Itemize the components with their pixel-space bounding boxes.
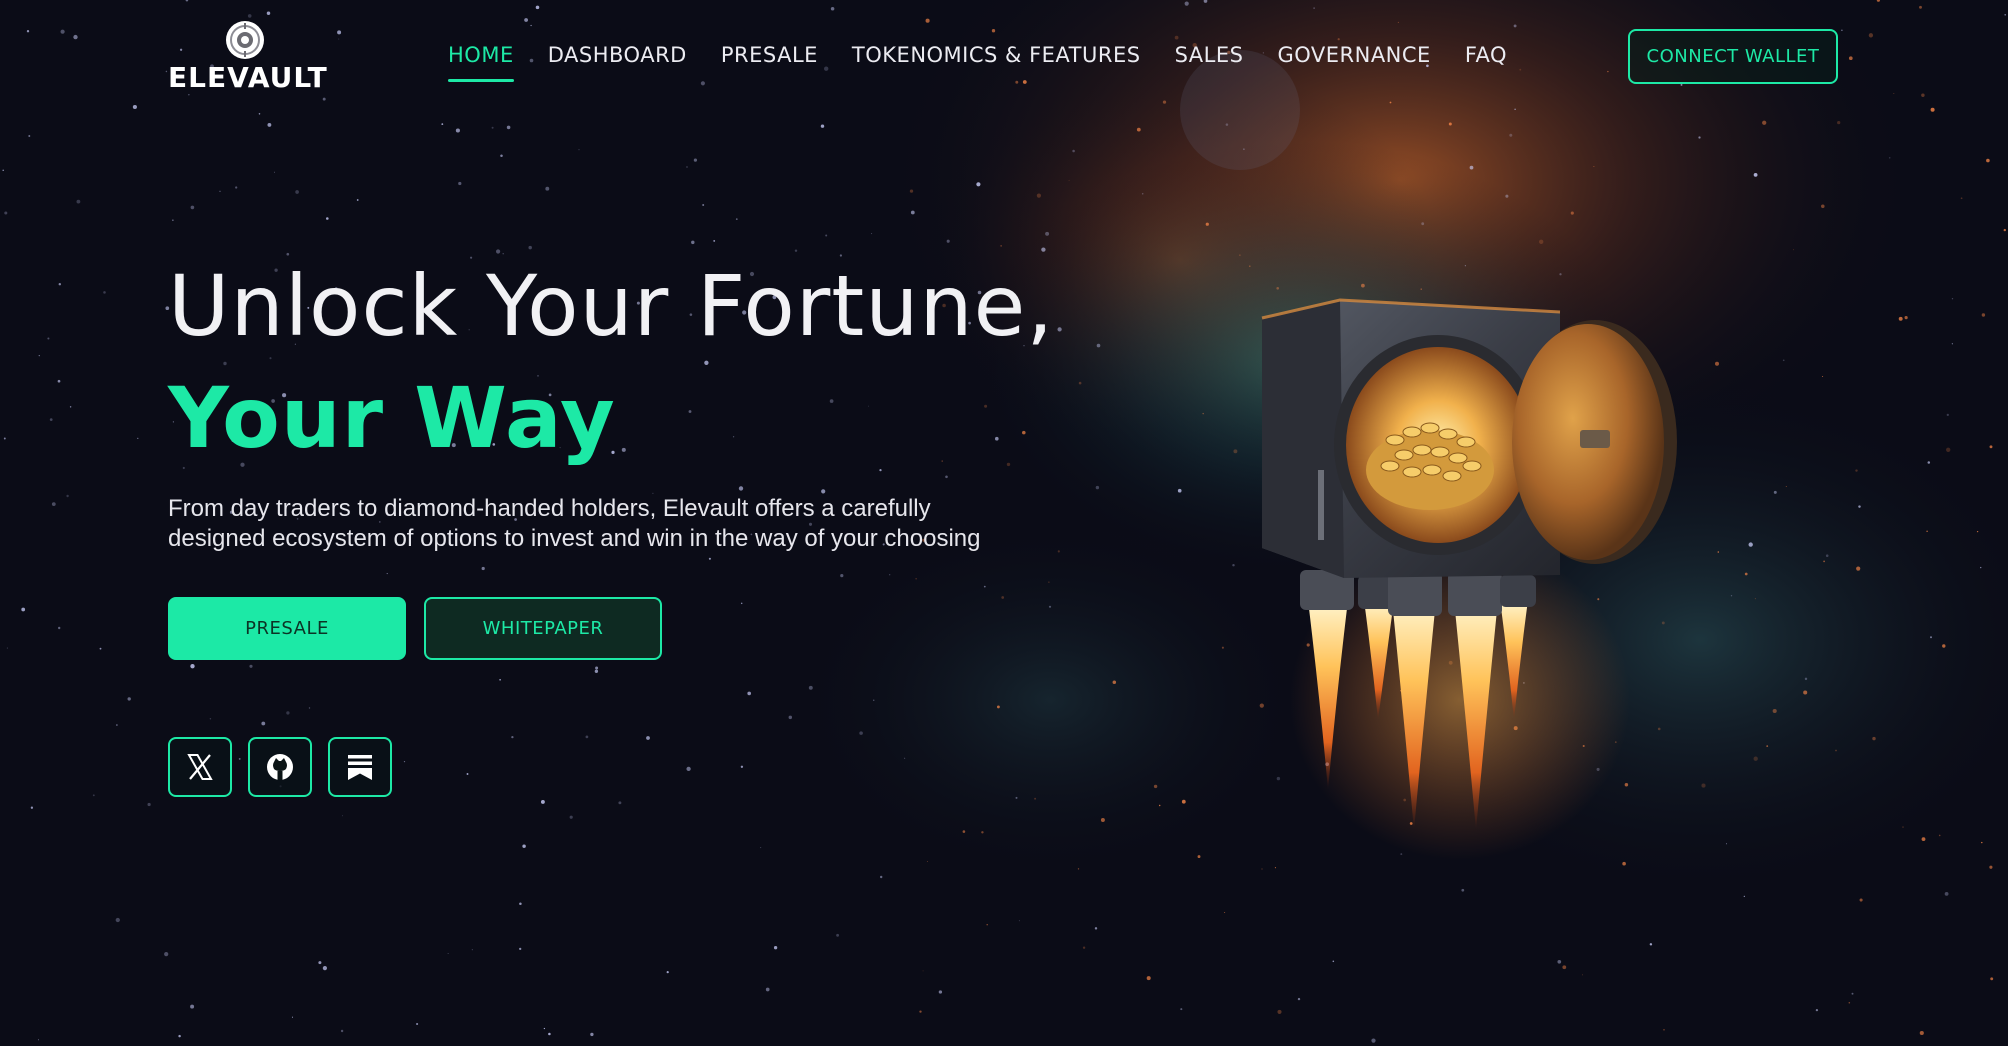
- main-nav: HOME DASHBOARD PRESALE TOKENOMICS & FEAT…: [448, 40, 1507, 86]
- logo[interactable]: ELEVAULT: [168, 18, 328, 98]
- nav-sales[interactable]: SALES: [1175, 40, 1244, 86]
- nav-tokenomics-features[interactable]: TOKENOMICS & FEATURES: [852, 40, 1141, 86]
- substack-link[interactable]: [328, 737, 392, 797]
- github-icon: [267, 754, 293, 780]
- logo-text: ELEVAULT: [168, 61, 328, 94]
- hero-description: From day traders to diamond-handed holde…: [168, 494, 1068, 554]
- nav-dashboard[interactable]: DASHBOARD: [548, 40, 687, 86]
- nav-presale[interactable]: PRESALE: [721, 40, 818, 86]
- x-link[interactable]: [168, 737, 232, 797]
- nav-faq[interactable]: FAQ: [1465, 40, 1507, 86]
- presale-button[interactable]: PRESALE: [168, 597, 406, 660]
- x-icon: [187, 754, 213, 780]
- whitepaper-button[interactable]: WHITEPAPER: [424, 597, 662, 660]
- github-link[interactable]: [248, 737, 312, 797]
- connect-wallet-button[interactable]: CONNECT WALLET: [1628, 29, 1838, 84]
- nav-home[interactable]: HOME: [448, 40, 514, 86]
- hero-title-line-1: Unlock Your Fortune,: [168, 257, 1055, 355]
- hero-description-line-2: designed ecosystem of options to invest …: [168, 525, 981, 552]
- hero-title-line-2: Your Way: [168, 369, 616, 467]
- nav-governance[interactable]: GOVERNANCE: [1277, 40, 1430, 86]
- vault-dial-icon: [226, 21, 264, 59]
- landing-page: ELEVAULT HOME DASHBOARD PRESALE TOKENOMI…: [0, 0, 2008, 1046]
- hero-description-line-1: From day traders to diamond-handed holde…: [168, 495, 931, 522]
- substack-icon: [348, 755, 372, 780]
